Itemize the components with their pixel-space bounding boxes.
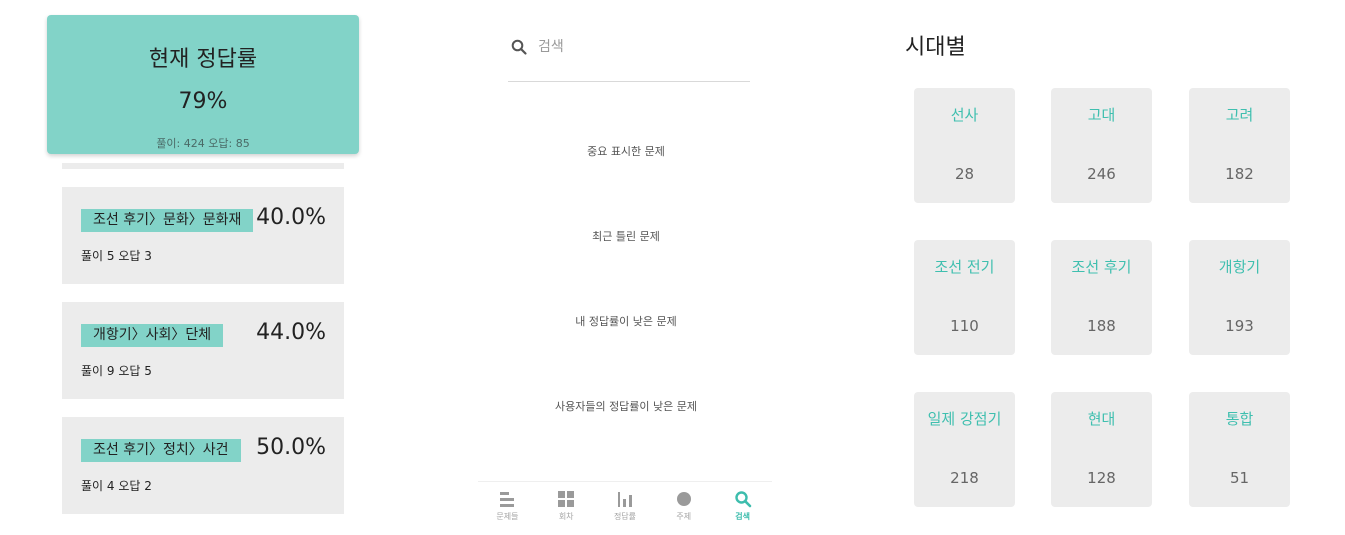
summary-counts: 풀이: 424 오답: 85: [156, 137, 250, 150]
era-count: 193: [1225, 317, 1254, 335]
search-icon: [734, 491, 751, 508]
nav-label: 정답률: [613, 512, 637, 521]
bottom-nav: 문제들 회차 정답률 주제 검색: [478, 481, 772, 527]
nav-item-topics[interactable]: 주제: [655, 482, 713, 528]
category-tag: 조선 후기〉문화〉문화재: [81, 209, 254, 232]
menu-item-starred[interactable]: 중요 표시한 문제: [480, 143, 772, 159]
grid-icon: [558, 491, 575, 507]
menu-item-recent-wrong[interactable]: 최근 틀린 문제: [480, 228, 772, 244]
category-tag: 조선 후기〉정치〉사건: [81, 439, 241, 462]
era-count: 28: [954, 165, 975, 183]
era-count: 218: [950, 469, 979, 487]
nav-item-accuracy[interactable]: 정답률: [596, 482, 654, 528]
nav-item-rounds[interactable]: 회차: [537, 482, 595, 528]
era-tile-japanese-occupation[interactable]: 일제 강점기 218: [914, 392, 1015, 507]
stat-card[interactable]: 조선 후기〉문화〉문화재 40.0% 풀이 5 오답 3: [62, 187, 344, 284]
accuracy-percent: 44.0%: [256, 320, 326, 345]
circle-icon: [676, 492, 691, 506]
accuracy-percent: 50.0%: [256, 435, 326, 460]
summary-rate: 79%: [178, 89, 228, 114]
era-name: 일제 강점기: [927, 410, 1002, 428]
era-tile-goryeo[interactable]: 고려 182: [1189, 88, 1290, 203]
card-divider: [62, 163, 344, 169]
era-count: 128: [1087, 469, 1116, 487]
era-tile-opening-period[interactable]: 개항기 193: [1189, 240, 1290, 355]
era-name: 선사: [950, 106, 979, 124]
era-name: 현대: [1087, 410, 1116, 428]
era-tile-integrated[interactable]: 통합 51: [1189, 392, 1290, 507]
bar-chart-icon: [617, 492, 632, 507]
era-count: 182: [1225, 165, 1254, 183]
search-input[interactable]: [538, 36, 738, 58]
summary-title: 현재 정답률: [148, 47, 258, 72]
solve-counts: 풀이 5 오답 3: [81, 249, 152, 263]
list-icon: [500, 492, 515, 507]
menu-item-users-low-accuracy[interactable]: 사용자들의 정답률이 낮은 문제: [480, 398, 772, 414]
nav-label: 문제들: [496, 512, 519, 521]
era-count: 110: [950, 317, 979, 335]
solve-counts: 풀이 4 오답 2: [81, 479, 152, 493]
era-name: 조선 후기: [1071, 258, 1132, 276]
era-tile-early-joseon[interactable]: 조선 전기 110: [914, 240, 1015, 355]
era-name: 개항기: [1218, 258, 1261, 276]
nav-label: 주제: [676, 512, 692, 521]
nav-item-search[interactable]: 검색: [714, 482, 772, 528]
search-icon[interactable]: [510, 38, 528, 56]
era-count: 246: [1087, 165, 1116, 183]
era-tile-late-joseon[interactable]: 조선 후기 188: [1051, 240, 1152, 355]
nav-label: 검색: [735, 512, 750, 521]
menu-item-my-low-accuracy[interactable]: 내 정답률이 낮은 문제: [480, 313, 772, 329]
accuracy-summary-card: 현재 정답률 79% 풀이: 424 오답: 85: [47, 15, 359, 154]
accuracy-percent: 40.0%: [256, 205, 326, 230]
search-bar: [508, 32, 750, 82]
era-name: 조선 전기: [934, 258, 995, 276]
era-name: 고려: [1225, 106, 1254, 124]
stat-card[interactable]: 개항기〉사회〉단체 44.0% 풀이 9 오답 5: [62, 302, 344, 399]
solve-counts: 풀이 9 오답 5: [81, 364, 152, 378]
nav-label: 회차: [558, 512, 574, 521]
era-section-title: 시대별: [905, 35, 966, 60]
era-count: 51: [1229, 469, 1250, 487]
era-tile-modern[interactable]: 현대 128: [1051, 392, 1152, 507]
era-name: 고대: [1087, 106, 1116, 124]
era-name: 통합: [1225, 410, 1254, 428]
era-tile-ancient[interactable]: 고대 246: [1051, 88, 1152, 203]
stat-card[interactable]: 조선 후기〉정치〉사건 50.0% 풀이 4 오답 2: [62, 417, 344, 514]
era-tile-prehistoric[interactable]: 선사 28: [914, 88, 1015, 203]
nav-item-questions[interactable]: 문제들: [478, 482, 536, 528]
category-tag: 개항기〉사회〉단체: [81, 324, 224, 347]
era-count: 188: [1087, 317, 1116, 335]
